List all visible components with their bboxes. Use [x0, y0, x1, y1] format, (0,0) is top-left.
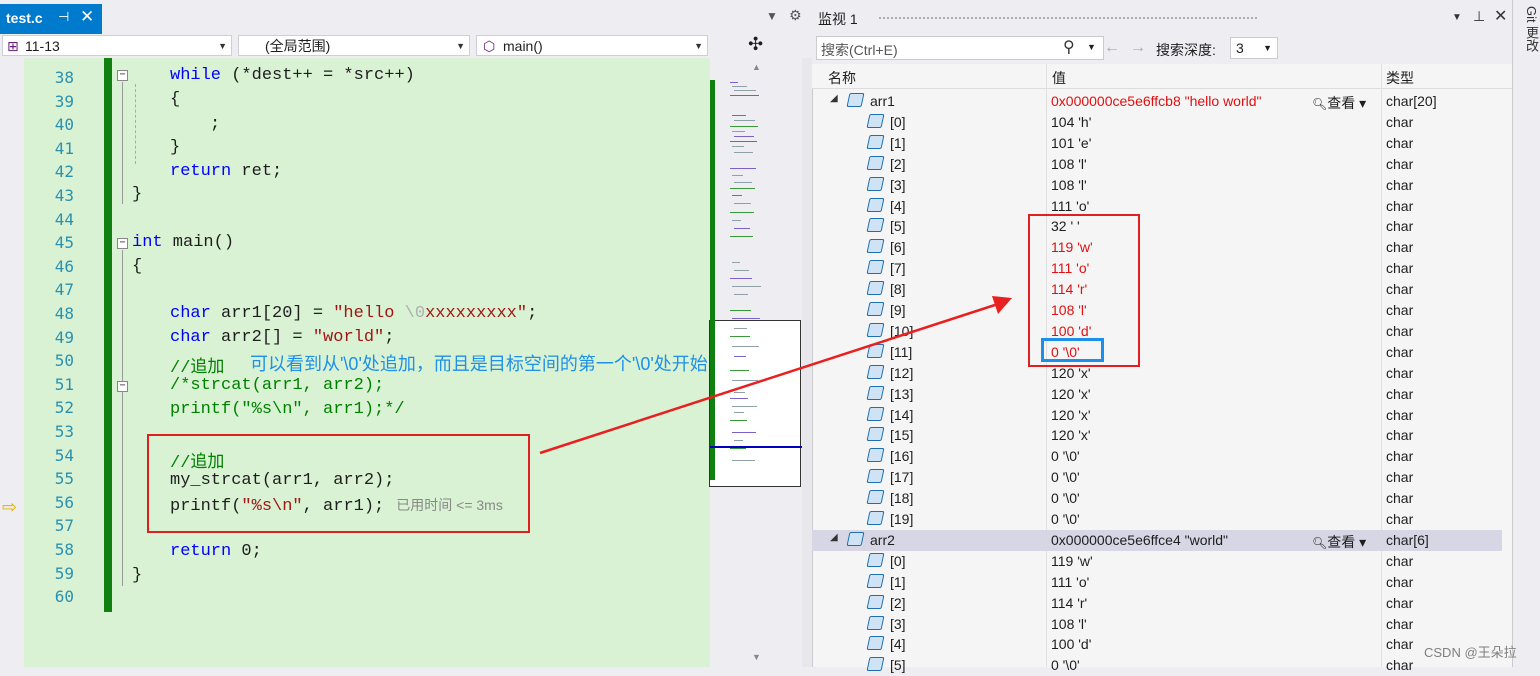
arrow-line [539, 302, 999, 455]
arrow-head [992, 296, 1012, 314]
annotation-arrow [539, 296, 1012, 455]
